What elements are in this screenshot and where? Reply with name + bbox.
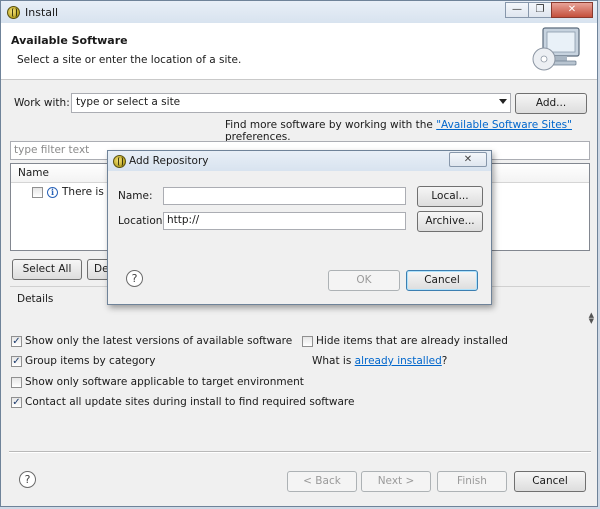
minimize-button[interactable]: — bbox=[505, 2, 529, 18]
page-title: Available Software bbox=[11, 34, 128, 47]
tree-row-checkbox[interactable] bbox=[32, 187, 43, 198]
back-button[interactable]: < Back bbox=[287, 471, 357, 492]
location-field[interactable]: http:// bbox=[163, 212, 406, 230]
work-with-combo[interactable]: type or select a site bbox=[71, 93, 511, 113]
target-env-checkbox[interactable] bbox=[11, 377, 22, 388]
add-site-button[interactable]: Add... bbox=[515, 93, 587, 114]
cancel-button[interactable]: Cancel bbox=[514, 471, 586, 492]
work-with-value: type or select a site bbox=[76, 96, 181, 108]
contact-sites-label: Contact all update sites during install … bbox=[25, 396, 355, 408]
dialog-titlebar[interactable]: Add Repository ✕ bbox=[108, 151, 491, 171]
dialog-close-button[interactable]: ✕ bbox=[449, 152, 487, 167]
next-button[interactable]: Next > bbox=[361, 471, 431, 492]
window-titlebar[interactable]: Install — ❐ ✕ bbox=[1, 1, 597, 23]
name-column-header[interactable]: Name bbox=[18, 167, 49, 179]
dialog-help-icon[interactable]: ? bbox=[126, 270, 143, 287]
local-button[interactable]: Local... bbox=[417, 186, 483, 207]
wizard-header: Available Software Select a site or ente… bbox=[1, 23, 597, 80]
latest-versions-label: Show only the latest versions of availab… bbox=[25, 335, 293, 347]
location-label: Location: bbox=[118, 215, 166, 227]
available-sites-link[interactable]: "Available Software Sites" bbox=[436, 119, 572, 131]
eclipse-icon bbox=[7, 6, 20, 19]
group-by-category-checkbox[interactable]: ✓ bbox=[11, 356, 22, 367]
hide-installed-checkbox[interactable] bbox=[302, 336, 313, 347]
add-repository-dialog: Add Repository ✕ Name: Local... Location… bbox=[107, 150, 492, 305]
name-field[interactable] bbox=[163, 187, 406, 205]
eclipse-icon bbox=[113, 155, 126, 168]
what-is-prefix: What is bbox=[312, 355, 355, 367]
what-is-installed-text: What is already installed? bbox=[312, 355, 447, 367]
contact-sites-checkbox[interactable]: ✓ bbox=[11, 397, 22, 408]
page-subtitle: Select a site or enter the location of a… bbox=[17, 54, 242, 66]
group-by-category-label: Group items by category bbox=[25, 355, 156, 367]
find-more-text: Find more software by working with the "… bbox=[225, 119, 597, 143]
hide-installed-label: Hide items that are already installed bbox=[316, 335, 508, 347]
window-controls: — ❐ ✕ bbox=[505, 2, 593, 18]
what-is-suffix: ? bbox=[441, 355, 448, 367]
select-all-button[interactable]: Select All bbox=[12, 259, 82, 280]
target-env-label: Show only software applicable to target … bbox=[25, 376, 304, 388]
already-installed-link[interactable]: already installed bbox=[355, 355, 442, 367]
latest-versions-checkbox[interactable]: ✓ bbox=[11, 336, 22, 347]
window-title: Install bbox=[25, 6, 59, 19]
close-button[interactable]: ✕ bbox=[551, 2, 593, 18]
finish-button[interactable]: Finish bbox=[437, 471, 507, 492]
footer-separator bbox=[9, 451, 591, 453]
name-label: Name: bbox=[118, 190, 153, 202]
work-with-label: Work with: bbox=[14, 97, 70, 109]
chevron-down-icon[interactable] bbox=[499, 99, 507, 104]
details-scroll-arrows[interactable]: ▲ ▼ bbox=[589, 312, 594, 325]
dialog-cancel-button[interactable]: Cancel bbox=[406, 270, 478, 291]
help-icon[interactable]: ? bbox=[19, 471, 36, 488]
monitor-cd-icon bbox=[532, 27, 580, 71]
dialog-title: Add Repository bbox=[129, 155, 209, 167]
restore-button[interactable]: ❐ bbox=[528, 2, 552, 18]
find-more-prefix: Find more software by working with the bbox=[225, 119, 437, 131]
ok-button[interactable]: OK bbox=[328, 270, 400, 291]
info-icon: i bbox=[47, 187, 58, 198]
archive-button[interactable]: Archive... bbox=[417, 211, 483, 232]
